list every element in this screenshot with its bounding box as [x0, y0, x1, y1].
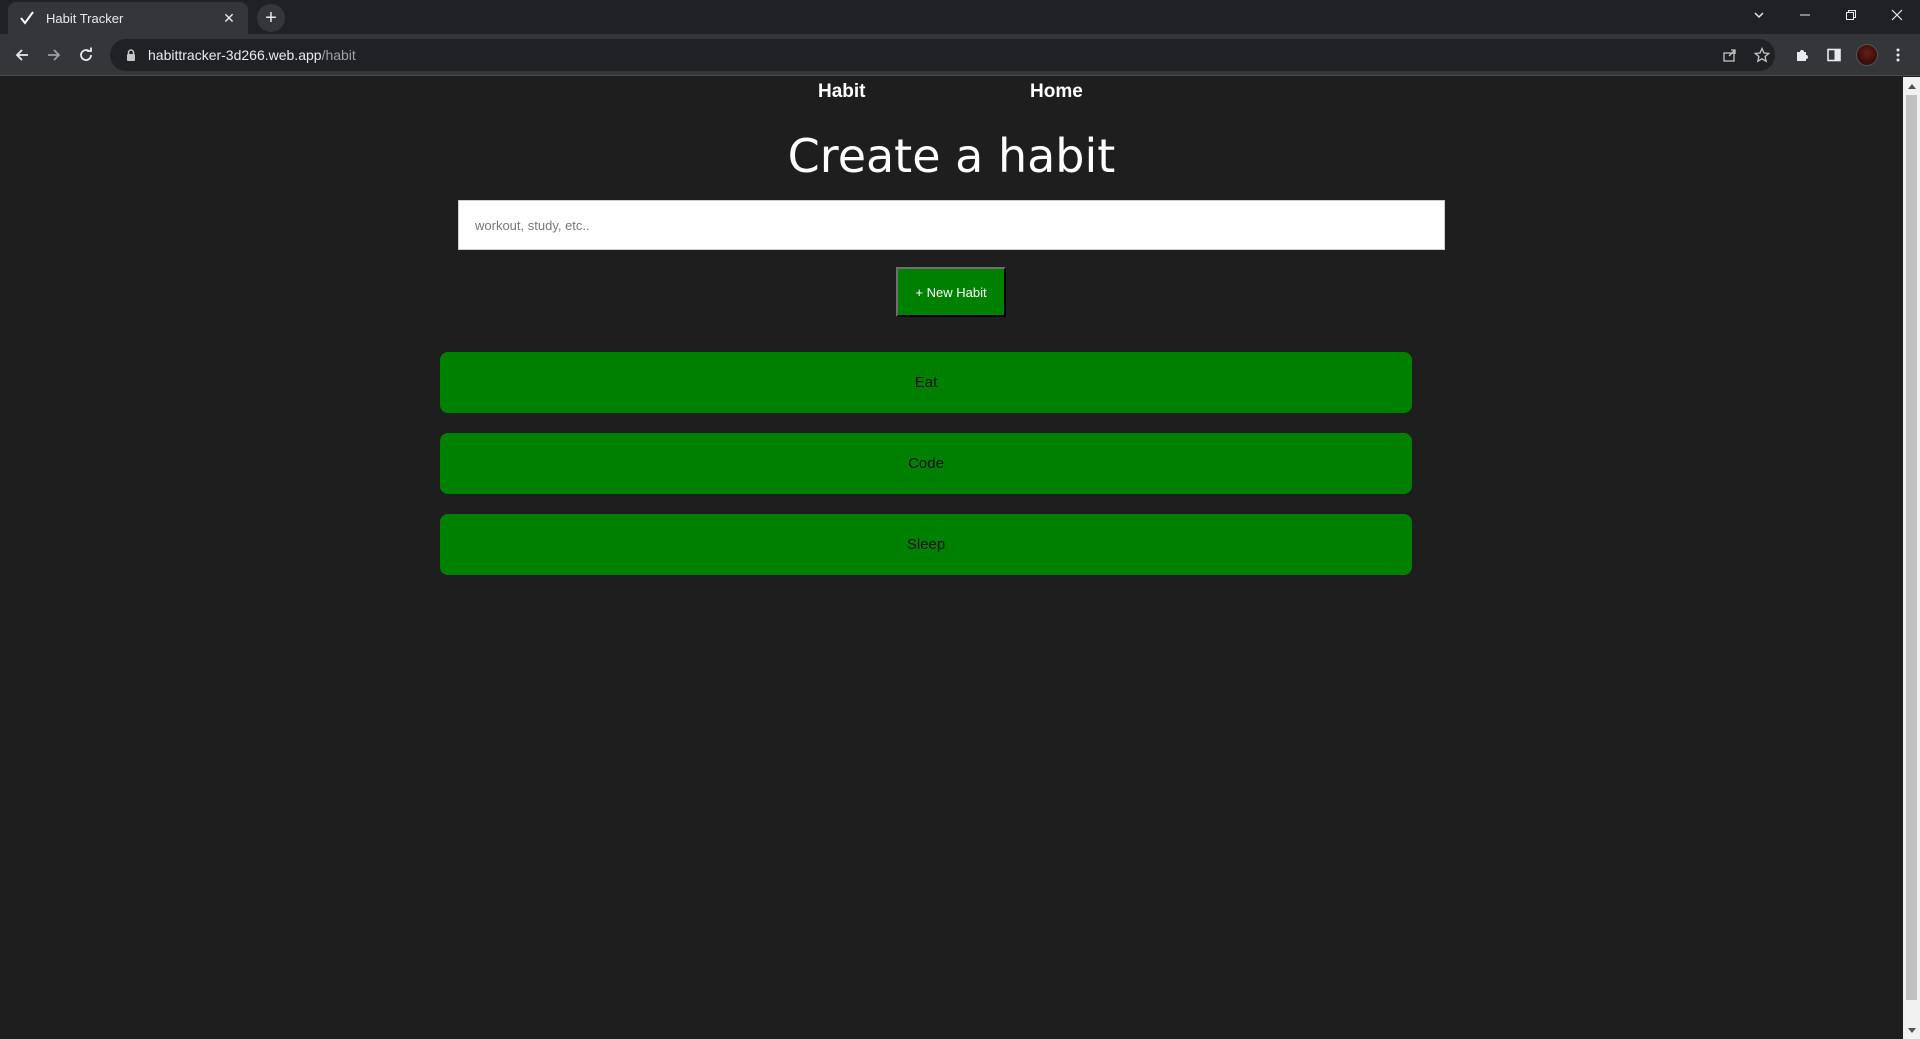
page-title: Create a habit [787, 129, 1116, 183]
back-icon[interactable] [8, 41, 36, 69]
habit-list: Eat Code Sleep [440, 352, 1412, 595]
browser-toolbar: habittracker-3d266.web.app/habit [0, 34, 1920, 76]
page-viewport: Habit Home Create a habit + New Habit Ea… [0, 77, 1903, 1039]
forward-icon[interactable] [40, 41, 68, 69]
top-nav: Habit Home [0, 77, 1903, 107]
close-icon[interactable]: ✕ [220, 9, 238, 27]
sidepanel-icon[interactable] [1820, 41, 1848, 69]
restore-icon[interactable] [1828, 0, 1874, 30]
share-icon[interactable] [1716, 41, 1744, 69]
tab-search-icon[interactable] [1736, 0, 1782, 30]
nav-link-home[interactable]: Home [1030, 81, 1083, 103]
url-path: /habit [321, 47, 356, 63]
extensions-icon[interactable] [1788, 41, 1816, 69]
page-scrollbar[interactable] [1903, 77, 1920, 1039]
new-tab-button[interactable]: + [257, 4, 285, 32]
habit-card-eat[interactable]: Eat [440, 352, 1412, 413]
address-bar[interactable]: habittracker-3d266.web.app/habit [110, 39, 1775, 71]
nav-link-habit[interactable]: Habit [818, 81, 866, 103]
new-habit-button[interactable]: + New Habit [896, 267, 1006, 317]
avatar[interactable] [1856, 44, 1878, 66]
minimize-icon[interactable] [1782, 0, 1828, 30]
checkmark-icon [18, 9, 36, 27]
browser-tab[interactable]: Habit Tracker ✕ [8, 2, 248, 34]
menu-icon[interactable] [1884, 41, 1912, 69]
habit-input[interactable] [458, 200, 1445, 250]
reload-icon[interactable] [72, 41, 100, 69]
scroll-down-icon[interactable] [1903, 1022, 1920, 1039]
url-host: habittracker-3d266.web.app [148, 47, 322, 63]
star-icon[interactable] [1748, 41, 1776, 69]
tab-title: Habit Tracker [46, 10, 124, 26]
browser-tabstrip: Habit Tracker ✕ + [0, 0, 1920, 34]
habit-card-sleep[interactable]: Sleep [440, 514, 1412, 575]
window-close-icon[interactable] [1874, 0, 1920, 30]
habit-card-code[interactable]: Code [440, 433, 1412, 494]
lock-icon[interactable] [124, 48, 138, 62]
scroll-up-icon[interactable] [1903, 77, 1920, 94]
scroll-thumb[interactable] [1906, 95, 1917, 1000]
